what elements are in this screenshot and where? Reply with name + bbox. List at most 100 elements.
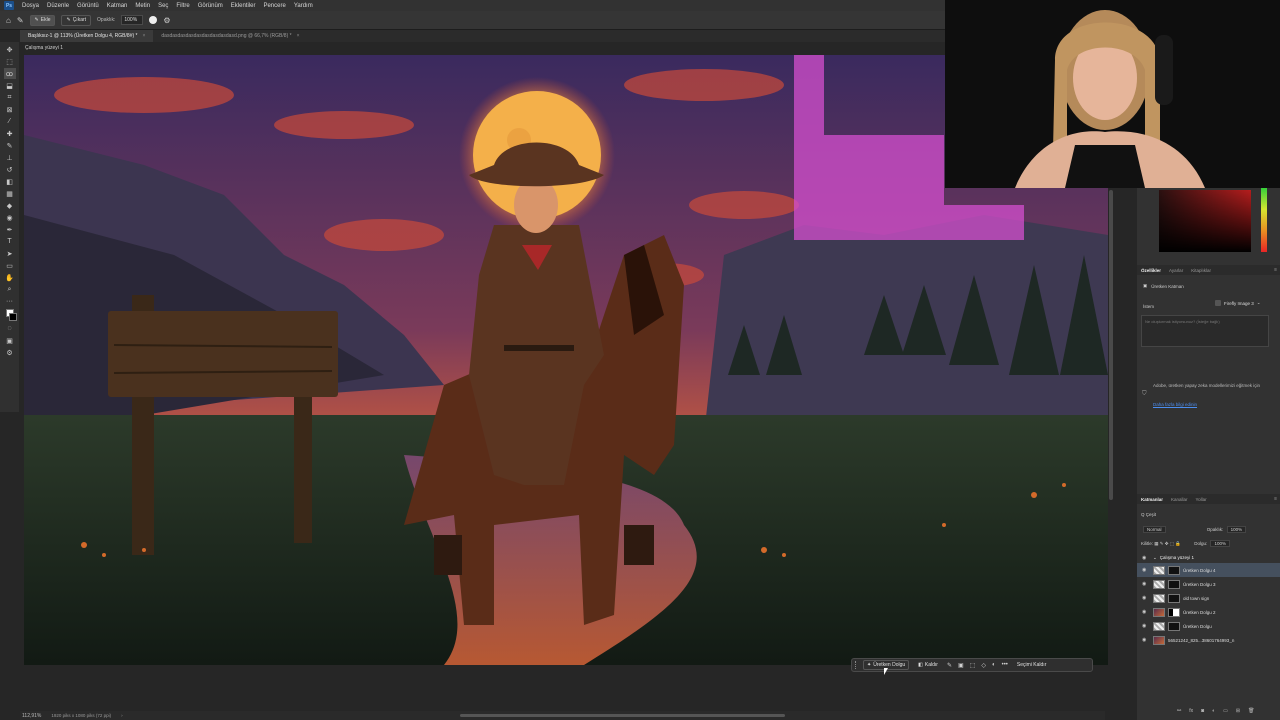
layer-row[interactable]: ◉ old town sign [1137,591,1280,605]
tab-properties[interactable]: Özellikler [1141,268,1161,273]
eye-icon[interactable]: ◉ [1142,595,1150,601]
tab-libraries[interactable]: Kitaplıklar [1191,268,1211,273]
modify-selection-icon[interactable]: ✎ [947,662,952,669]
brush-tool-icon[interactable]: ✎ [17,16,24,25]
object-select-tool-icon[interactable]: ⬓ [4,80,16,91]
menu-help[interactable]: Yardım [290,3,317,9]
deselect-button[interactable]: Seçimi Kaldır [1014,660,1049,670]
move-tool-icon[interactable]: ✥ [4,44,16,55]
healing-brush-tool-icon[interactable]: ✚ [4,128,16,139]
eye-icon[interactable]: ◉ [1142,581,1150,587]
pen-tool-icon[interactable]: ✒ [4,224,16,235]
fill-icon[interactable]: ◇ [981,662,986,669]
status-arrow-icon[interactable]: › [121,713,123,718]
add-mode-button[interactable]: ✎ Ekle [29,14,56,26]
remove-button[interactable]: ◧ Kaldır [915,660,941,670]
brush-tool-icon[interactable]: ✎ [4,140,16,151]
drag-handle-icon[interactable] [855,661,857,669]
horizontal-scrollbar[interactable] [460,714,785,717]
tab-layers[interactable]: Katmanlar [1141,497,1163,502]
color-swatches[interactable] [4,308,17,322]
home-icon[interactable]: ⌂ [6,16,11,25]
frame-tool-icon[interactable]: ⊠ [4,104,16,115]
layer-row[interactable]: ◉ Üretken Dolgu 3 [1137,577,1280,591]
close-icon[interactable]: × [142,33,145,39]
adjustment-layer-icon[interactable]: ◐ [1212,708,1215,714]
layer-group[interactable]: ◉ ⌄ Çalışma yüzeyi 1 [1137,552,1280,563]
layer-opacity-field[interactable]: 100% [1226,526,1247,533]
tab-paths[interactable]: Yollar [1196,497,1207,502]
hand-tool-icon[interactable]: ✋ [4,272,16,283]
menu-select[interactable]: Seç [154,3,172,9]
eye-icon[interactable]: ◉ [1142,609,1150,615]
color-picker-field[interactable] [1159,190,1251,252]
menu-plugins[interactable]: Eklentiler [227,3,260,9]
more-options-icon[interactable]: ••• [1002,662,1008,668]
menu-file[interactable]: Dosya [18,3,43,9]
opacity-field[interactable]: 100% [121,15,144,25]
dodge-tool-icon[interactable]: ◉ [4,212,16,223]
menu-layer[interactable]: Katman [103,3,132,9]
screen-mode-icon[interactable]: ▣ [4,335,16,346]
adjustment-icon[interactable]: ◐ [992,662,996,668]
eye-icon[interactable]: ◉ [1142,623,1150,629]
eye-icon[interactable]: ◉ [1142,637,1150,643]
menu-image[interactable]: Görüntü [73,3,103,9]
eye-icon[interactable]: ◉ [1142,555,1150,561]
new-layer-icon[interactable]: ⊞ [1236,708,1240,714]
menu-filter[interactable]: Filtre [172,3,193,9]
layer-row[interactable]: ◉ Üretken Dolgu 4 [1137,563,1280,577]
brush-size-preview-icon[interactable] [149,16,158,24]
subtract-mode-button[interactable]: ✎ Çıkart [61,14,92,26]
eyedropper-tool-icon[interactable]: ⁄ [4,116,16,127]
tab-adjustments[interactable]: Ayarlar [1169,268,1183,273]
chevron-down-icon[interactable]: ⌄ [1153,555,1157,561]
tab-document-1[interactable]: Başlıksız-1 @ 113% (Üretken Dolgu 4, RGB… [20,30,154,42]
prompt-input[interactable]: Ne oluşturmak istiyorsunuz? (İsteğe bağl… [1141,315,1269,347]
menu-type[interactable]: Metin [131,3,154,9]
menu-edit[interactable]: Düzenle [43,3,73,9]
history-brush-tool-icon[interactable]: ↺ [4,164,16,175]
lasso-tool-icon[interactable]: ꝏ [3,68,16,79]
tab-channels[interactable]: Kanallar [1171,497,1188,502]
link-icon[interactable]: ⚯ [1177,708,1181,714]
marquee-tool-icon[interactable]: ⬚ [4,56,16,67]
rectangle-tool-icon[interactable]: ▭ [4,260,16,271]
model-selector[interactable]: Firefly Image 3 ⌄ [1215,300,1261,306]
blur-tool-icon[interactable]: ◆ [4,200,16,211]
layer-row[interactable]: ◉ Üretken Dolgu [1137,619,1280,633]
hue-slider[interactable] [1261,188,1267,252]
fx-icon[interactable]: fx [1189,708,1193,714]
more-tools-icon[interactable]: ··· [4,296,16,307]
learn-more-link[interactable]: Daha fazla bilgi edinin [1153,402,1197,407]
menu-view[interactable]: Görünüm [194,3,227,9]
background-color-swatch[interactable] [8,313,17,321]
select-subject-icon[interactable]: ⬚ [970,662,976,669]
close-icon[interactable]: × [297,33,300,39]
path-select-tool-icon[interactable]: ➤ [4,248,16,259]
vertical-scrollbar[interactable] [1109,190,1113,500]
zoom-tool-icon[interactable]: ⌕ [4,284,16,295]
folder-icon[interactable]: ▭ [1223,708,1228,714]
panel-menu-icon[interactable]: ≡ [1274,267,1277,273]
trash-icon[interactable]: 🗑 [1248,708,1254,714]
panel-menu-icon[interactable]: ≡ [1274,496,1277,502]
menu-window[interactable]: Pencere [259,3,289,9]
gradient-tool-icon[interactable]: ▦ [4,188,16,199]
type-tool-icon[interactable]: T [4,236,16,247]
fill-field[interactable]: 100% [1210,540,1230,547]
tab-document-2[interactable]: dasdasdasdasdasdasdasdasdasd.png @ 66,7%… [153,30,307,42]
zoom-level[interactable]: 112,91% [22,713,41,719]
add-mask-icon[interactable]: ◙ [1201,708,1204,714]
layer-row[interactable]: ◉ Üretken Dolgu 2 [1137,605,1280,619]
lock-icons[interactable]: ▦ ✎ ✥ ⬚ 🔒 [1154,541,1181,546]
mask-icon[interactable]: ▣ [958,662,964,669]
blend-mode-select[interactable]: Normal [1143,526,1166,533]
layer-row[interactable]: ◉ 56521242_825...38601764993_n [1137,633,1280,647]
stamp-tool-icon[interactable]: ⊥ [4,152,16,163]
eraser-tool-icon[interactable]: ◧ [4,176,16,187]
gear-icon[interactable]: ⚙ [163,16,170,25]
crop-tool-icon[interactable]: ⌗ [4,92,16,103]
quick-mask-icon[interactable]: ◌ [4,323,16,334]
eye-icon[interactable]: ◉ [1142,567,1150,573]
